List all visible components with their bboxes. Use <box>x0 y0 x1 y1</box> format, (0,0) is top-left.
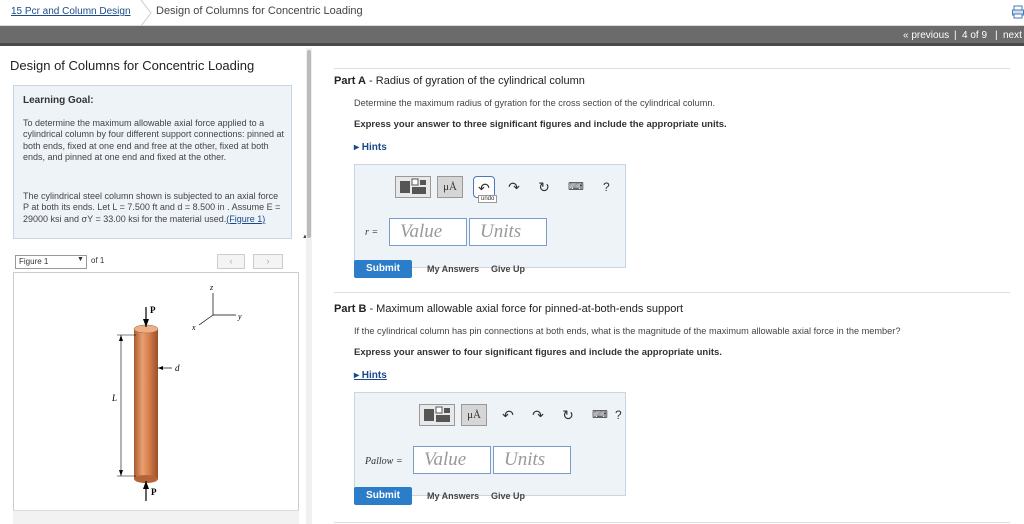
page-position: 4 of 9 <box>962 30 988 41</box>
diameter-arrow <box>158 366 172 370</box>
part-b-submit-button[interactable]: Submit <box>354 487 412 505</box>
previous-link[interactable]: « previous <box>903 30 949 41</box>
breadcrumb-link[interactable]: 15 Pcr and Column Design <box>11 6 131 17</box>
divider <box>334 68 1010 69</box>
templates-button[interactable] <box>419 404 455 426</box>
part-a-hints-toggle[interactable]: ▸ Hints <box>354 142 387 153</box>
learning-goal-text: To determine the maximum allowable axial… <box>23 118 284 162</box>
figure-footer <box>13 510 299 524</box>
template-grid-icon <box>400 178 426 194</box>
part-a-units-input[interactable]: Units <box>469 218 547 246</box>
breadcrumb-current: Design of Columns for Concentric Loading <box>156 5 363 17</box>
part-a-submit-button[interactable]: Submit <box>354 260 412 278</box>
column-figure: P P d L z y x <box>111 283 242 501</box>
help-button[interactable]: ? <box>603 176 610 198</box>
keyboard-icon: ⌨ <box>592 409 608 421</box>
top-bar: 15 Pcr and Column Design Design of Colum… <box>0 0 1024 26</box>
force-arrow-bottom <box>143 481 149 501</box>
assignment-title: Design of Columns for Concentric Loading <box>10 58 255 73</box>
printer-icon[interactable] <box>1012 5 1024 19</box>
figure-panel: P P d L z y x <box>13 272 299 516</box>
part-b-value-input[interactable]: Value <box>413 446 491 474</box>
figure-link[interactable]: (Figure 1) <box>226 214 265 224</box>
redo-icon: ↷ <box>508 179 520 195</box>
part-a-give-up-link[interactable]: Give Up <box>491 264 525 274</box>
nav-separator: | <box>954 30 957 41</box>
reset-button[interactable]: ↻ <box>533 176 555 198</box>
nav-separator: | <box>995 30 998 41</box>
next-link[interactable]: next <box>1003 30 1022 41</box>
part-a-title: Part A - Radius of gyration of the cylin… <box>334 75 585 87</box>
part-b-title: Part B - Maximum allowable axial force f… <box>334 303 684 315</box>
units-button[interactable]: μÅ <box>461 404 487 426</box>
part-a-variable-label: r = <box>365 227 379 238</box>
redo-button[interactable]: ↷ <box>503 176 525 198</box>
right-panel: Part A - Radius of gyration of the cylin… <box>314 48 1024 524</box>
units-button[interactable]: μÅ <box>437 176 463 198</box>
templates-button[interactable] <box>395 176 431 198</box>
axis-label-x: x <box>191 323 196 332</box>
part-a-question: Determine the maximum radius of gyration… <box>354 98 716 108</box>
part-b-question: If the cylindrical column has pin connec… <box>354 326 901 336</box>
part-b-answer-box: μÅ ↶ ↷ ↻ ⌨ ? Pallow = Value Units <box>354 392 626 496</box>
reset-icon: ↻ <box>538 179 550 195</box>
keyboard-button[interactable]: ⌨ <box>589 404 611 426</box>
keyboard-icon: ⌨ <box>568 181 584 193</box>
keyboard-button[interactable]: ⌨ <box>565 176 587 198</box>
steel-column-drawing <box>133 324 159 483</box>
reset-button[interactable]: ↻ <box>557 404 579 426</box>
part-b-instruction: Express your answer to four significant … <box>354 347 722 358</box>
scrollbar-thumb[interactable] <box>307 50 311 238</box>
chevron-right-icon: › <box>266 256 270 266</box>
divider <box>334 292 1010 293</box>
coordinate-axes <box>198 293 236 326</box>
part-b-give-up-link[interactable]: Give Up <box>491 491 525 501</box>
part-a-instruction: Express your answer to three significant… <box>354 119 727 130</box>
part-b-variable-label: Pallow = <box>365 456 403 467</box>
figure-next-button[interactable]: › <box>253 254 283 269</box>
learning-goal-label: Learning Goal: <box>23 95 94 106</box>
redo-icon: ↷ <box>532 407 544 423</box>
chevron-left-icon: ‹ <box>229 256 233 266</box>
force-label-bottom: P <box>151 487 157 497</box>
reset-icon: ↻ <box>562 407 574 423</box>
part-a-my-answers-link[interactable]: My Answers <box>427 264 479 274</box>
redo-button[interactable]: ↷ <box>527 404 549 426</box>
force-label-top: P <box>150 305 156 315</box>
figure-toolbar: Figure 1 ▼ of 1 ‹ › <box>13 253 299 271</box>
help-button[interactable]: ? <box>615 404 622 426</box>
part-b-units-input[interactable]: Units <box>493 446 571 474</box>
length-dimension <box>117 334 136 477</box>
force-arrow-top <box>143 307 149 327</box>
left-panel: Design of Columns for Concentric Loading… <box>0 48 312 524</box>
axis-label-y: y <box>237 312 242 321</box>
figure-prev-button[interactable]: ‹ <box>217 254 245 269</box>
figure-count: of 1 <box>91 256 105 265</box>
undo-button[interactable]: ↶ <box>497 404 519 426</box>
dropdown-arrow-icon: ▼ <box>77 256 84 263</box>
template-grid-icon <box>424 406 450 422</box>
part-a-value-input[interactable]: Value <box>389 218 467 246</box>
breadcrumb-separator-icon <box>140 0 152 26</box>
part-a-answer-box: μÅ ↶ undo ↷ ↻ ⌨ ? r = Value Units <box>354 164 626 268</box>
part-b-my-answers-link[interactable]: My Answers <box>427 491 479 501</box>
diameter-label: d <box>175 363 180 373</box>
undo-tooltip: undo <box>478 195 498 203</box>
learning-goal-box: Learning Goal: To determine the maximum … <box>13 85 292 239</box>
problem-description: The cylindrical steel column shown is su… <box>23 191 281 224</box>
undo-icon: ↶ <box>478 180 490 196</box>
undo-icon: ↶ <box>502 407 514 423</box>
pagination-bar: « previous | 4 of 9 | next <box>0 26 1024 46</box>
length-label: L <box>111 393 117 403</box>
part-b-hints-toggle[interactable]: ▸ Hints <box>354 370 387 381</box>
axis-label-z: z <box>209 283 214 292</box>
divider <box>334 522 1010 523</box>
